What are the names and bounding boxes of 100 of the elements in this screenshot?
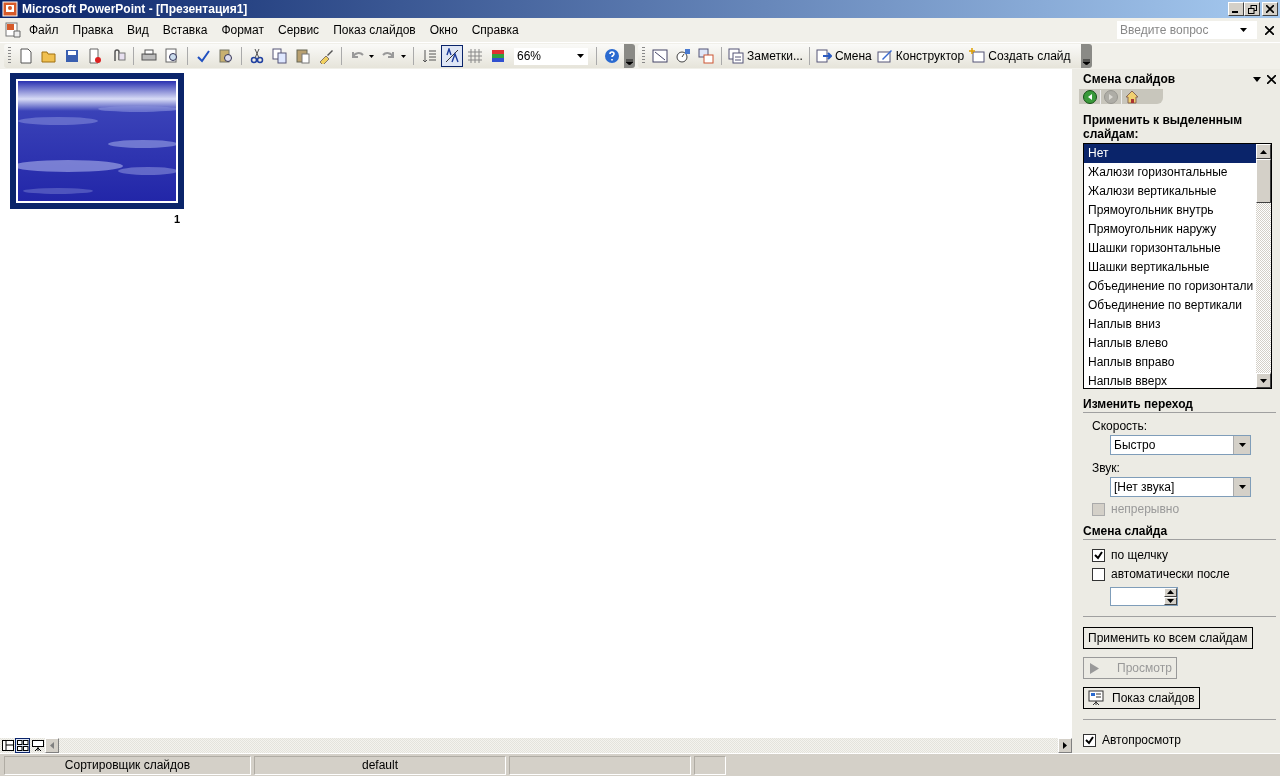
- right-arrow-icon: [1063, 742, 1067, 749]
- printer-icon[interactable]: [141, 48, 157, 64]
- menu-item[interactable]: Сервис: [271, 21, 327, 39]
- menu-item[interactable]: Вид: [120, 21, 156, 39]
- list-item[interactable]: Нет: [1084, 144, 1256, 163]
- dropdown-arrow-icon: [1238, 443, 1246, 447]
- stopwatch-icon[interactable]: [675, 48, 691, 64]
- slides-icon[interactable]: [698, 48, 714, 64]
- save-icon[interactable]: [64, 48, 80, 64]
- list-item[interactable]: Прямоугольник наружу: [1084, 220, 1256, 239]
- open-folder-icon[interactable]: [41, 48, 57, 64]
- menu-item[interactable]: Правка: [65, 21, 121, 39]
- color-icon[interactable]: [490, 48, 506, 64]
- menu-item[interactable]: Показ слайдов: [326, 21, 423, 39]
- toolbar-button[interactable]: Конструктор: [874, 45, 967, 67]
- menu-item[interactable]: Справка: [464, 21, 526, 39]
- dropdown[interactable]: Быстро: [1110, 435, 1251, 455]
- new-document-icon[interactable]: [18, 48, 34, 64]
- transition-list[interactable]: [1083, 143, 1272, 389]
- dropdown-arrow-icon[interactable]: [1253, 76, 1261, 82]
- close-button[interactable]: [1262, 2, 1278, 16]
- field-label: Скорость:: [1092, 419, 1149, 433]
- dropdown-arrow-icon: [577, 54, 584, 58]
- status-text: default: [254, 755, 506, 775]
- nav-button[interactable]: [1083, 89, 1097, 104]
- scroll-left-button[interactable]: [45, 738, 59, 753]
- section-heading: Смена слайда: [1083, 524, 1276, 540]
- list-item[interactable]: Объединение по горизонтали: [1084, 277, 1256, 296]
- checkbox-label: Автопросмотр: [1102, 733, 1181, 747]
- window-title: Microsoft PowerPoint - [Презентация1]: [22, 2, 249, 16]
- toolbar-options-icon[interactable]: [626, 59, 633, 65]
- time-field[interactable]: [1110, 587, 1178, 606]
- menu-item[interactable]: Файл: [22, 21, 66, 39]
- menu-item[interactable]: Вставка: [155, 21, 215, 39]
- nav-button[interactable]: [1125, 89, 1139, 104]
- dropdown-arrow-icon: [1238, 485, 1246, 489]
- scroll-thumb[interactable]: [1256, 159, 1271, 203]
- close-icon[interactable]: [1265, 25, 1274, 35]
- brush-icon[interactable]: [318, 48, 334, 64]
- toolbar-button[interactable]: Создать слайд: [967, 45, 1073, 67]
- view-button[interactable]: [0, 738, 15, 753]
- list-item[interactable]: Жалюзи горизонтальные: [1084, 163, 1256, 182]
- checkbox[interactable]: [1083, 733, 1096, 747]
- list-item[interactable]: Наплыв вниз: [1084, 315, 1256, 334]
- list-item[interactable]: Прямоугольник внутрь: [1084, 201, 1256, 220]
- help-icon[interactable]: [604, 48, 620, 64]
- dropdown[interactable]: [Нет звука]: [1110, 477, 1251, 497]
- dropdown-arrow-icon: [1240, 28, 1247, 32]
- section-label: Применить к выделенным слайдам:: [1083, 113, 1244, 141]
- toolbar-options-icon[interactable]: [1082, 59, 1090, 65]
- checkbox-label: по щелчку: [1111, 548, 1168, 562]
- toolbar-button[interactable]: Заметки...: [726, 45, 805, 67]
- close-icon[interactable]: [1267, 74, 1276, 84]
- list-item[interactable]: Наплыв вправо: [1084, 353, 1256, 372]
- zoom-dropdown[interactable]: 66%: [514, 47, 588, 65]
- menu-item[interactable]: Окно: [422, 21, 465, 39]
- show-formatting-button[interactable]: [441, 45, 463, 67]
- up-arrow-icon: [1260, 149, 1267, 154]
- paste-icon[interactable]: [295, 48, 311, 64]
- document-icon[interactable]: [87, 48, 103, 64]
- new-slide-icon: [969, 48, 986, 64]
- play-icon: [1090, 662, 1099, 674]
- restore-button[interactable]: [1244, 2, 1260, 16]
- list-item[interactable]: Наплыв влево: [1084, 334, 1256, 353]
- research-icon[interactable]: [218, 48, 234, 64]
- list-item[interactable]: Жалюзи вертикальные: [1084, 182, 1256, 201]
- list-item[interactable]: Шашки вертикальные: [1084, 258, 1256, 277]
- document-icon[interactable]: [4, 21, 22, 39]
- home-icon: [1125, 89, 1139, 104]
- slideshow-button[interactable]: Показ слайдов: [1083, 687, 1200, 709]
- slide-sorter-icon: [16, 740, 29, 751]
- scroll-down-button[interactable]: [1256, 373, 1271, 388]
- dropdown-arrow-icon: [369, 54, 374, 58]
- spellcheck-icon[interactable]: [195, 48, 211, 64]
- list-item[interactable]: Шашки горизонтальные: [1084, 239, 1256, 258]
- list-item[interactable]: Наплыв вверх: [1084, 372, 1256, 388]
- slide-thumbnail[interactable]: [10, 73, 184, 209]
- copy-icon[interactable]: [272, 48, 288, 64]
- hide-slide-icon[interactable]: [652, 48, 668, 64]
- scissors-icon[interactable]: [249, 48, 265, 64]
- magnifier-icon[interactable]: [164, 48, 180, 64]
- scroll-right-button[interactable]: [1058, 738, 1072, 753]
- slide-number: 1: [173, 213, 180, 225]
- view-button[interactable]: [15, 738, 30, 753]
- scroll-up-button[interactable]: [1256, 144, 1271, 159]
- view-button[interactable]: [30, 738, 45, 753]
- left-arrow-icon: [50, 742, 54, 749]
- checkbox[interactable]: [1092, 567, 1105, 581]
- status-panel: [694, 755, 726, 775]
- list-item[interactable]: Объединение по вертикали: [1084, 296, 1256, 315]
- status-text: Сортировщик слайдов: [4, 755, 251, 775]
- toolbar-button[interactable]: Смена: [813, 45, 874, 67]
- minimize-button[interactable]: [1228, 2, 1244, 16]
- projector-screen-icon: [31, 740, 44, 751]
- transition-icon: [815, 48, 832, 64]
- help-search-field[interactable]: Введите вопрос: [1117, 21, 1257, 39]
- checkbox[interactable]: [1092, 548, 1105, 562]
- dropdown-arrow-icon: [401, 54, 406, 58]
- menu-item[interactable]: Формат: [214, 21, 272, 39]
- apply-all-button[interactable]: Применить ко всем слайдам: [1083, 627, 1253, 649]
